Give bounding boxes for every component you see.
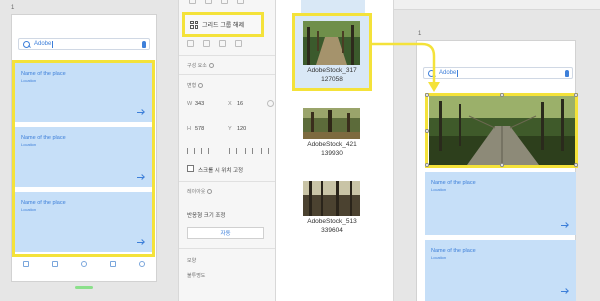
- xd-workspace: 1 Adobe Name of the place Location Name …: [0, 0, 600, 301]
- drag-arrow-icon: [372, 42, 440, 92]
